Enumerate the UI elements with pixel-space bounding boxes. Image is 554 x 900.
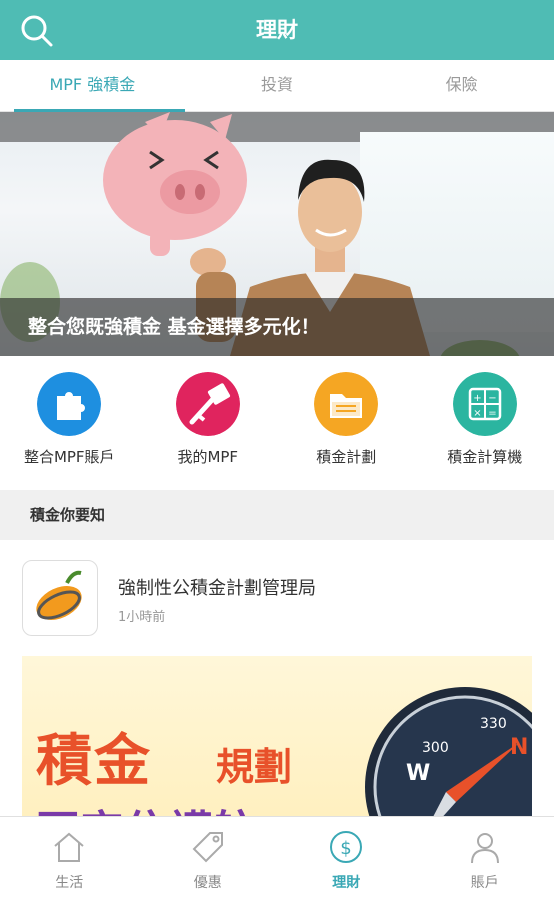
user-icon xyxy=(470,833,499,864)
quick-action-my-mpf[interactable]: 我的MPF xyxy=(139,356,278,490)
nav-label: 優惠 xyxy=(193,875,222,891)
svg-text:W: W xyxy=(406,761,430,786)
tab-insurance[interactable]: 保險 xyxy=(369,60,554,111)
quick-action-mpf-calculator[interactable]: + − × = 積金計算機 xyxy=(416,356,554,490)
key-icon xyxy=(175,372,240,436)
nav-label: 理財 xyxy=(332,875,361,891)
mpfa-logo-icon xyxy=(36,570,82,620)
top-bar: 理財 xyxy=(0,0,554,60)
folder-icon xyxy=(314,372,379,436)
tab-mpf[interactable]: MPF 強積金 xyxy=(0,60,185,112)
svg-text:−: − xyxy=(488,393,496,404)
tag-icon xyxy=(192,832,223,863)
tab-bar: MPF 強積金 投資 保險 xyxy=(0,60,554,112)
calculator-icon: + − × = xyxy=(452,372,517,436)
dollar-icon: $ xyxy=(330,831,363,863)
quick-action-consolidate-mpf[interactable]: 整合MPF賬戶 xyxy=(0,356,139,490)
avatar[interactable] xyxy=(22,560,98,636)
post-image-text: 積金 xyxy=(36,729,152,794)
quick-action-mpf-plan[interactable]: 積金計劃 xyxy=(277,356,416,490)
quick-action-label: 我的MPF xyxy=(177,448,239,466)
svg-text:330: 330 xyxy=(480,716,507,732)
section-title: 積金你要知 xyxy=(0,490,554,540)
nav-item-finance[interactable]: $ 理財 xyxy=(277,817,416,900)
nav-item-offers[interactable]: 優惠 xyxy=(139,817,278,900)
compass-image: 300 330 W N xyxy=(365,687,532,816)
svg-text:=: = xyxy=(488,408,496,419)
nav-item-life[interactable]: 生活 xyxy=(0,817,139,900)
post-image-text: 至定住護航 xyxy=(36,796,256,816)
post-timestamp: 1小時前 xyxy=(118,610,166,625)
promo-banner[interactable]: 整合您既強積金 基金選擇多元化！ xyxy=(0,112,554,356)
svg-text:+: + xyxy=(473,393,481,404)
banner-caption: 整合您既強積金 基金選擇多元化！ xyxy=(0,298,554,356)
quick-action-label: 積金計劃 xyxy=(316,448,377,466)
nav-label: 賬戶 xyxy=(470,875,499,891)
home-icon xyxy=(54,832,84,862)
post-image-text: 規劃 xyxy=(216,745,293,789)
tab-investment[interactable]: 投資 xyxy=(185,60,370,111)
piggy-bank-image xyxy=(103,112,247,256)
post-author[interactable]: 強制性公積金計劃管理局 xyxy=(118,574,316,600)
quick-actions: 整合MPF賬戶 我的MPF 積金計劃 + − × = 積金計算機 xyxy=(0,356,554,490)
nav-item-account[interactable]: 賬戶 xyxy=(416,817,554,900)
quick-action-label: 整合MPF賬戶 xyxy=(23,448,115,466)
svg-text:$: $ xyxy=(341,838,352,859)
post-image[interactable]: 積金 規劃 至定住護航 300 330 W N xyxy=(22,656,532,816)
page-title: 理財 xyxy=(256,18,298,42)
bottom-nav: 生活 優惠 $ 理財 賬戶 xyxy=(0,816,554,900)
nav-label: 生活 xyxy=(55,875,84,891)
puzzle-icon xyxy=(37,372,102,436)
svg-text:300: 300 xyxy=(422,740,449,756)
quick-action-label: 積金計算機 xyxy=(447,448,523,466)
feed-post[interactable]: 強制性公積金計劃管理局 1小時前 積金 規劃 至定住護航 300 330 W N xyxy=(0,540,554,816)
svg-text:×: × xyxy=(473,408,481,419)
